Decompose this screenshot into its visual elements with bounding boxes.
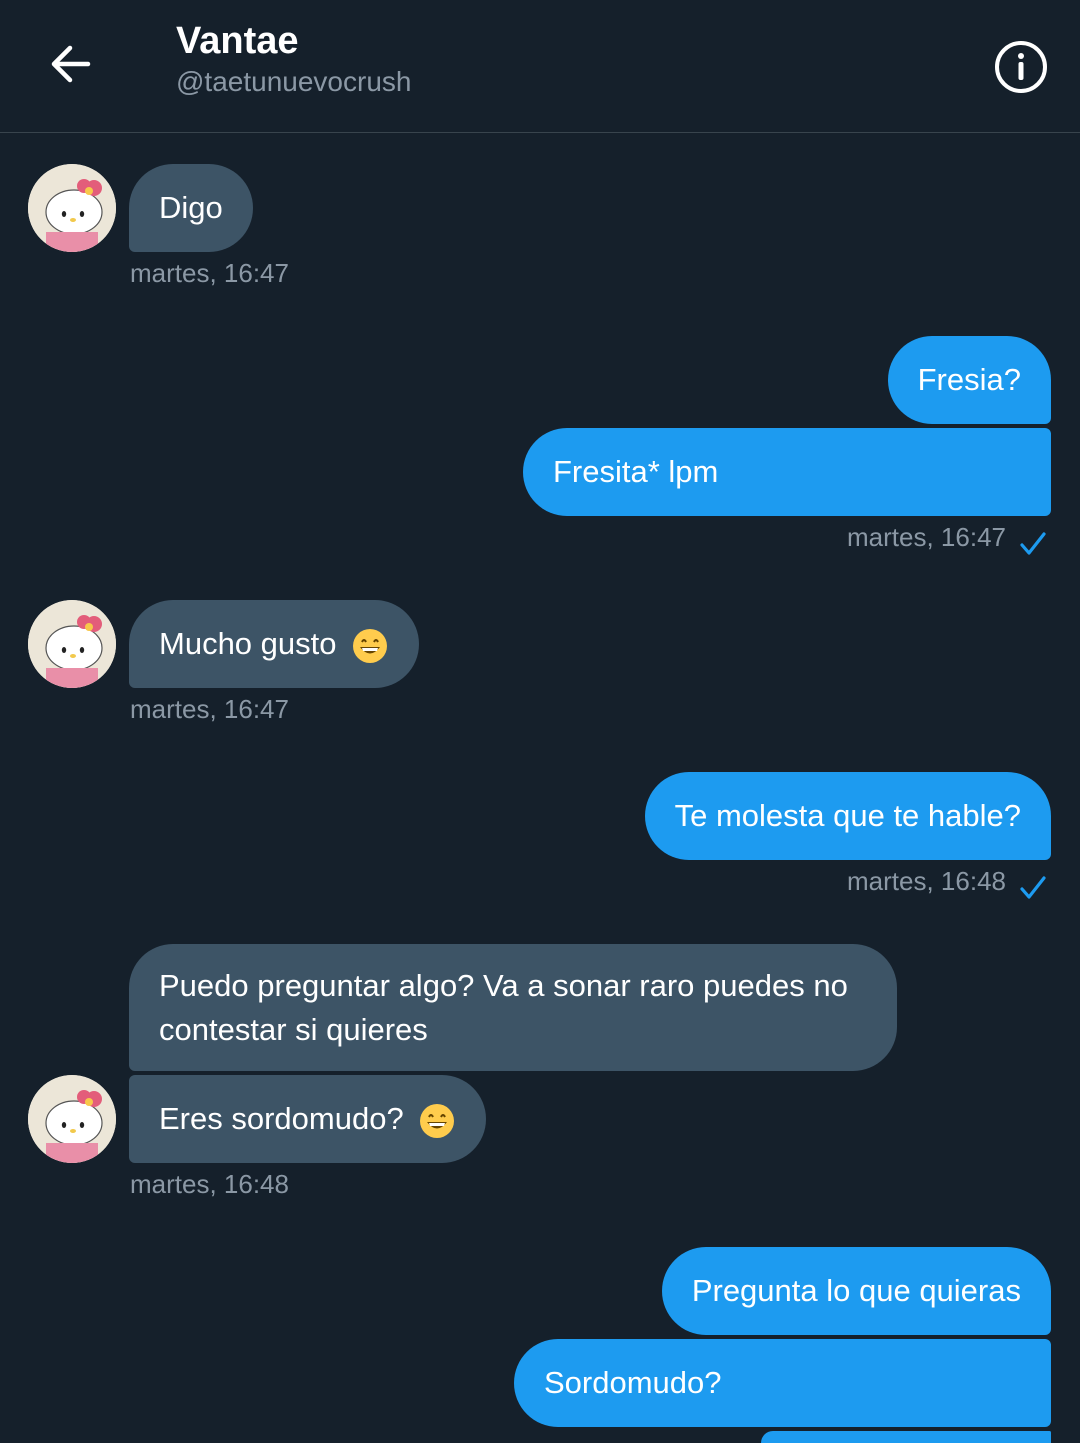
message-bubble-outgoing-partial[interactable] (761, 1431, 1051, 1443)
check-icon (1020, 876, 1046, 899)
message-bubble-outgoing[interactable]: Fresita* lpm (523, 428, 1051, 516)
conversation-name[interactable]: Vantae (176, 20, 299, 63)
conversation-header: Vantae @taetunuevocrush (0, 0, 1080, 133)
message-bubble-incoming[interactable]: Puedo preguntar algo? Va a sonar raro pu… (129, 944, 897, 1071)
avatar[interactable] (28, 1075, 116, 1163)
message-bubble-incoming[interactable]: Mucho gusto (129, 600, 420, 688)
check-icon (1020, 532, 1046, 555)
message-timestamp: martes, 16:47 (130, 694, 289, 724)
hello-kitty-avatar-icon (28, 600, 116, 688)
message-text: Mucho gusto (159, 626, 337, 661)
message-bubble-incoming[interactable]: Eres sordomudo? (129, 1075, 487, 1163)
conversation-handle: @taetunuevocrush (176, 66, 412, 97)
grinning-face-icon (420, 1103, 455, 1138)
info-icon[interactable] (994, 40, 1048, 94)
message-bubble-outgoing[interactable]: Pregunta lo que quieras (661, 1247, 1051, 1335)
message-text: Eres sordomudo? (159, 1101, 404, 1136)
message-bubble-outgoing[interactable]: Fresia? (887, 336, 1051, 424)
avatar[interactable] (28, 600, 116, 688)
message-timestamp: martes, 16:47 (130, 258, 289, 288)
avatar[interactable] (28, 164, 116, 252)
hello-kitty-avatar-icon (28, 164, 116, 252)
message-bubble-outgoing[interactable]: Sordomudo? (514, 1339, 1051, 1427)
message-timestamp: martes, 16:48 (130, 1169, 289, 1199)
message-timestamp: martes, 16:48 (847, 866, 1006, 896)
hello-kitty-avatar-icon (28, 1075, 116, 1163)
message-bubble-incoming[interactable]: Digo (129, 164, 253, 252)
grinning-face-icon (353, 628, 388, 663)
message-bubble-outgoing[interactable]: Te molesta que te hable? (644, 772, 1051, 860)
message-timestamp: martes, 16:47 (847, 522, 1006, 552)
back-arrow-icon[interactable] (44, 38, 96, 90)
